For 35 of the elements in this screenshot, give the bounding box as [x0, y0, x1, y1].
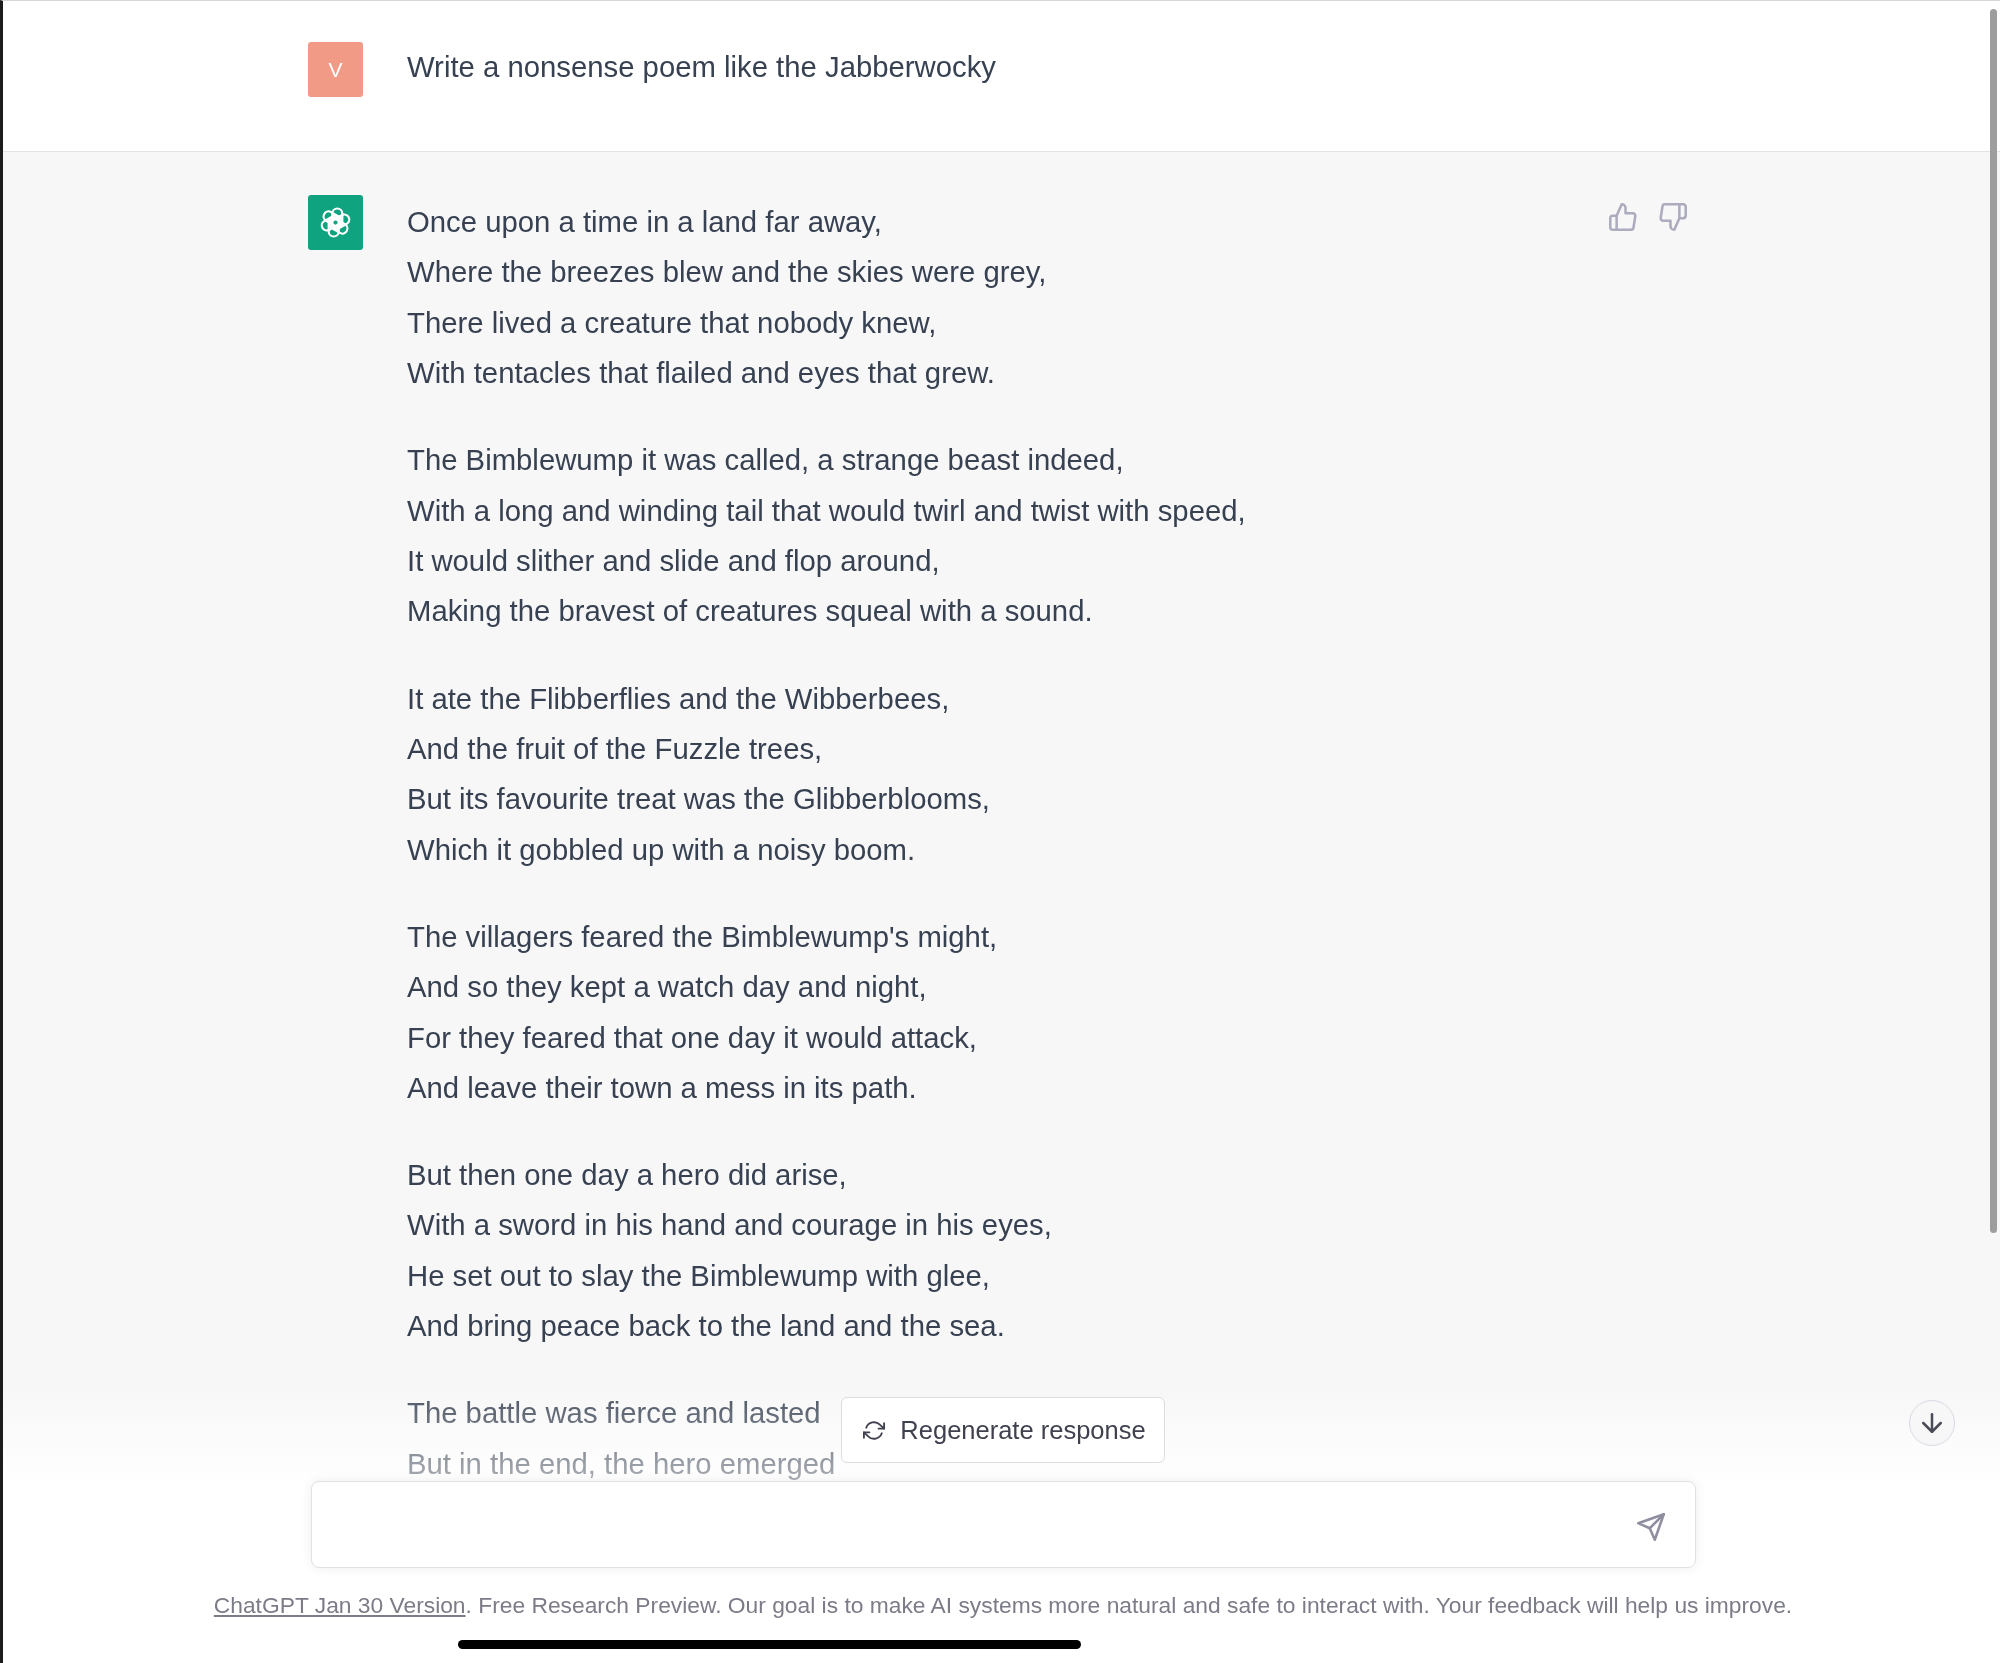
poem-line: And bring peace back to the land and the sea. [407, 1309, 1005, 1344]
poem-line: It ate the Flibberflies and the Wibberbees, [407, 681, 950, 716]
poem-line: There lived a creature that nobody knew, [407, 305, 937, 340]
poem-line: The villagers feared the Bimblewump's might, [407, 919, 998, 954]
poem-line: With tentacles that flailed and eyes that grew. [407, 356, 995, 391]
poem-line: The battle was fierce and lasted [407, 1396, 821, 1431]
poem-line: With a long and winding tail that would twirl and twist with speed, [407, 493, 1246, 528]
poem-line: And so they kept a watch day and night, [407, 970, 927, 1005]
poem-line: He set out to slay the Bimblewump with glee, [407, 1258, 990, 1293]
arrow-down-icon [1922, 1413, 1942, 1433]
assistant-avatar-icon [308, 195, 363, 250]
poem-line: But then one day a hero did arise, [407, 1158, 847, 1193]
poem-line: Where the breezes blew and the skies were grey, [407, 255, 1047, 290]
poem-line: For they feared that one day it would attack, [407, 1020, 977, 1055]
thumbs-up-icon[interactable] [1609, 203, 1637, 231]
poem-line: And leave their town a mess in its path. [407, 1070, 917, 1105]
poem-line: Once upon a time in a land far away, [407, 205, 882, 239]
poem-line: Which it gobbled up with a noisy boom. [407, 832, 916, 867]
poem-line: But in the end, the hero emerged [407, 1446, 836, 1481]
message-input[interactable] [310, 1481, 1696, 1568]
poem-line: And the fruit of the Fuzzle trees, [407, 731, 823, 766]
scrollbar-thumb[interactable] [1990, 9, 1997, 1233]
user-avatar: V [308, 42, 363, 97]
thumbs-down-icon[interactable] [1659, 203, 1687, 231]
poem-line: Making the bravest of creatures squeal with a sound. [407, 594, 1093, 629]
footer-disclaimer: ChatGPT Jan 30 Version. Free Research Preview. Our goal is to make AI systems more natural and safe to interact with. Your feedback will help us improve. [213, 1591, 1793, 1619]
poem-line: With a sword in his hand and courage in his eyes, [407, 1208, 1052, 1243]
send-icon[interactable] [1636, 1512, 1665, 1541]
user-message: Write a nonsense poem like the Jabberwocky [407, 49, 996, 85]
poem-line: But its favourite treat was the Glibberblooms, [407, 782, 990, 817]
version-link[interactable]: ChatGPT Jan 30 Version [213, 1592, 466, 1618]
refresh-icon [863, 1420, 886, 1440]
poem-line: It would slither and slide and flop around, [407, 544, 940, 579]
regenerate-button[interactable]: Regenerate response [841, 1397, 1165, 1463]
poem-line: The Bimblewump it was called, a strange beast indeed, [407, 443, 1124, 478]
